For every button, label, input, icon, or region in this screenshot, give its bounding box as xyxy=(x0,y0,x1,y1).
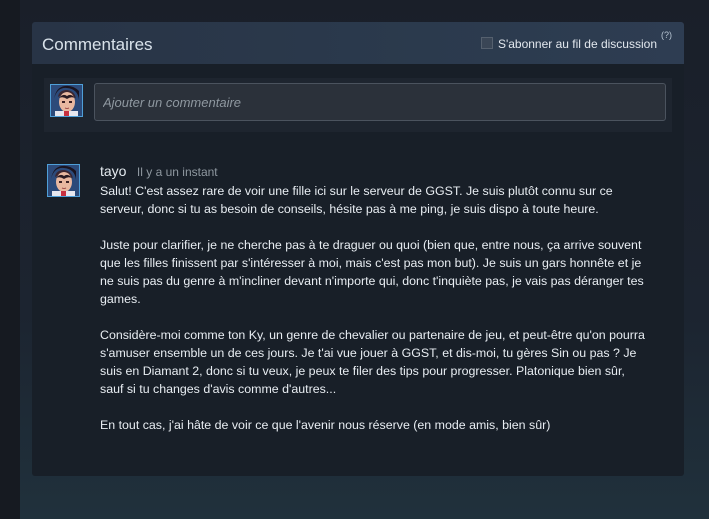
comment-author-avatar[interactable] xyxy=(47,164,80,197)
comments-panel: Commentaires S'abonner au fil de discuss… xyxy=(32,22,684,476)
comment-paragraph: Considère-moi comme ton Ky, un genre de … xyxy=(100,328,645,396)
left-sidebar-strip xyxy=(0,0,20,519)
subscribe-checkbox[interactable] xyxy=(480,37,493,49)
comment-paragraph: En tout cas, j'ai hâte de voir ce que l'… xyxy=(100,418,551,432)
comment-input[interactable] xyxy=(94,83,666,121)
comment-body: Salut! C'est assez rare de voir une fill… xyxy=(100,182,648,452)
comment-paragraph: Salut! C'est assez rare de voir une fill… xyxy=(100,184,613,216)
comments-header: Commentaires S'abonner au fil de discuss… xyxy=(32,22,684,64)
comment-author-name[interactable]: tayo xyxy=(100,163,126,179)
comment-compose-box xyxy=(44,78,672,132)
current-user-avatar xyxy=(50,84,83,117)
subscribe-label[interactable]: S'abonner au fil de discussion xyxy=(498,37,657,51)
help-link[interactable]: (?) xyxy=(661,30,672,40)
comment-paragraph: Juste pour clarifier, je ne cherche pas … xyxy=(100,238,644,306)
comments-title: Commentaires xyxy=(42,35,153,54)
user-avatar-image xyxy=(51,85,82,116)
subscribe-control[interactable]: S'abonner au fil de discussion (?) xyxy=(480,30,672,51)
author-avatar-image xyxy=(48,165,79,196)
comment-timestamp: Il y a un instant xyxy=(136,165,218,179)
comment-meta: tayo Il y a un instant xyxy=(100,163,218,181)
